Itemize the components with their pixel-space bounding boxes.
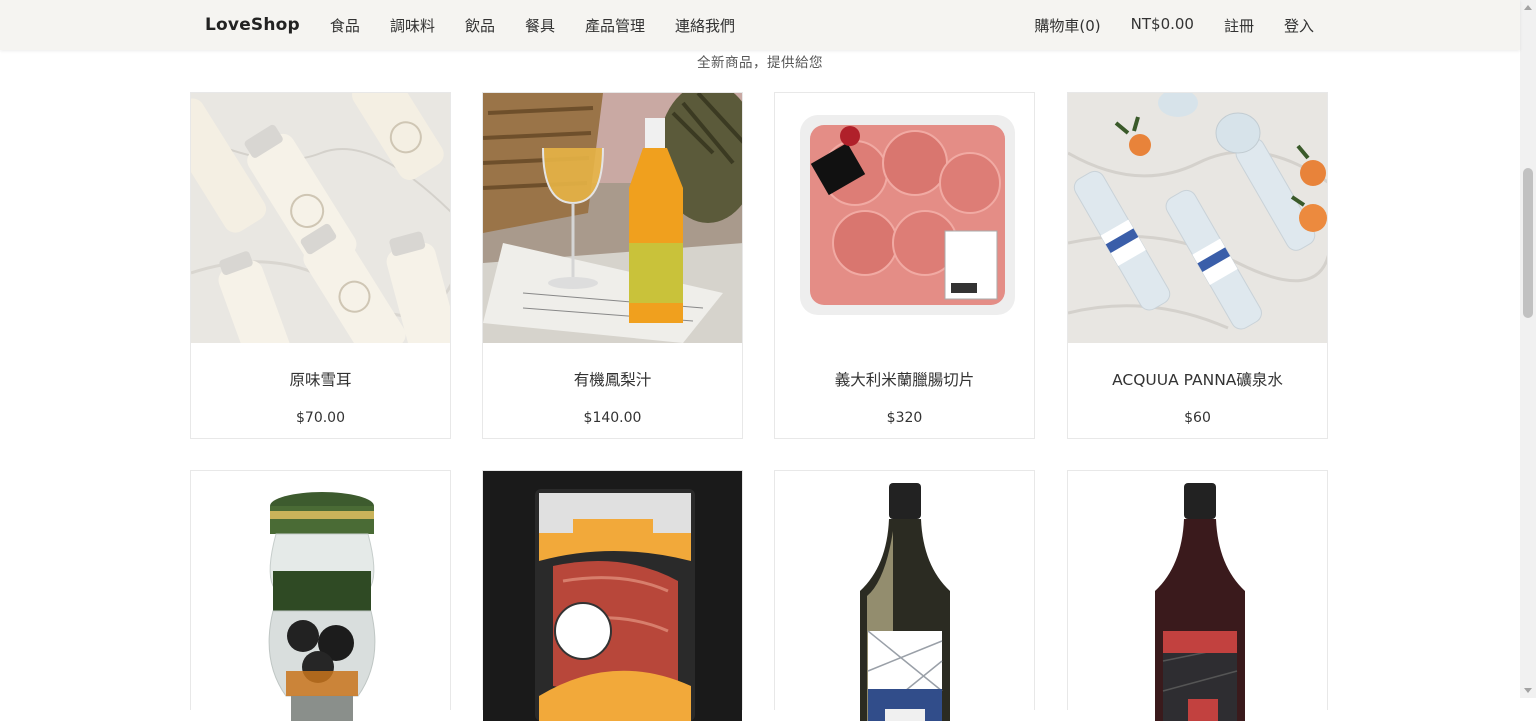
scrollbar-thumb[interactable] — [1523, 168, 1533, 318]
product-card[interactable]: 原味雪耳 $70.00 — [190, 92, 451, 439]
product-image-white-wine[interactable] — [775, 471, 1034, 721]
product-image-pineapple-juice[interactable] — [483, 93, 742, 343]
product-card[interactable]: ACQUUA PANNA礦泉水 $60 — [1067, 92, 1328, 439]
product-name[interactable]: 有機鳳梨汁 — [483, 368, 742, 390]
product-card[interactable] — [190, 470, 451, 721]
nav-drinks[interactable]: 飲品 — [465, 15, 495, 36]
register-link[interactable]: 註冊 — [1224, 15, 1254, 36]
section-subtitle: 全新商品，提供給您 — [697, 55, 823, 71]
product-card[interactable] — [482, 470, 743, 721]
navbar: LoveShop 食品 調味料 飲品 餐具 產品管理 連絡我們 購物車(0) N… — [0, 0, 1520, 50]
product-card[interactable]: 義大利米蘭臘腸切片 $320 — [774, 92, 1035, 439]
product-image-salami[interactable] — [775, 93, 1034, 343]
product-price: $320 — [886, 410, 923, 426]
scroll-up-arrow-icon[interactable] — [1524, 5, 1532, 10]
nav-seasoning[interactable]: 調味料 — [390, 15, 435, 36]
scroll-down-arrow-icon[interactable] — [1524, 688, 1532, 693]
nav-contact[interactable]: 連絡我們 — [675, 15, 735, 36]
product-price: $70.00 — [296, 410, 345, 426]
product-price: $140.00 — [583, 410, 642, 426]
product-card[interactable] — [774, 470, 1035, 721]
product-image-serrano-ham[interactable] — [483, 471, 742, 721]
nav-right: 購物車(0) NT$0.00 註冊 登入 — [1034, 15, 1314, 36]
product-card[interactable]: 有機鳳梨汁 $140.00 — [482, 92, 743, 439]
product-image-truffle-jar[interactable] — [191, 471, 450, 721]
product-name[interactable]: 義大利米蘭臘腸切片 — [775, 368, 1034, 390]
page-scrollbar[interactable] — [1520, 0, 1536, 698]
product-name[interactable]: 原味雪耳 — [191, 368, 450, 390]
product-name[interactable]: ACQUUA PANNA礦泉水 — [1068, 368, 1327, 390]
nav-food[interactable]: 食品 — [330, 15, 360, 36]
product-image-snow-fungus[interactable] — [191, 93, 450, 343]
product-card[interactable] — [1067, 470, 1328, 721]
nav-tableware[interactable]: 餐具 — [525, 15, 555, 36]
navbar-inner: LoveShop 食品 調味料 飲品 餐具 產品管理 連絡我們 購物車(0) N… — [205, 0, 1314, 50]
cart-total[interactable]: NT$0.00 — [1131, 15, 1194, 36]
nav-product-admin[interactable]: 產品管理 — [585, 15, 645, 36]
product-image-mineral-water[interactable] — [1068, 93, 1327, 343]
product-image-red-wine[interactable] — [1068, 471, 1327, 721]
product-price: $60 — [1184, 410, 1211, 426]
cart-link[interactable]: 購物車(0) — [1034, 15, 1100, 36]
brand-logo[interactable]: LoveShop — [205, 15, 300, 35]
login-link[interactable]: 登入 — [1284, 15, 1314, 36]
